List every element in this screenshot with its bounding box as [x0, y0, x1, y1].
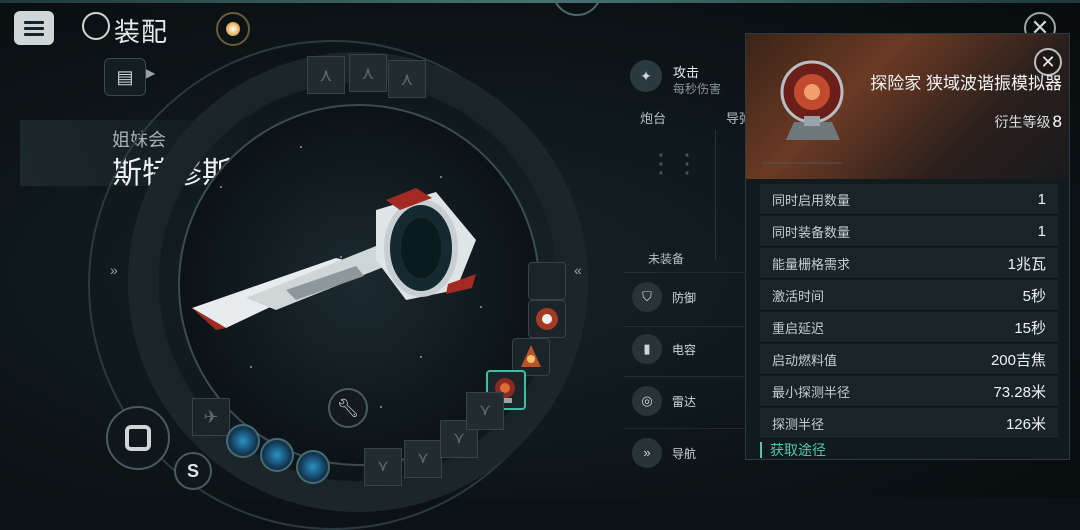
divider — [624, 272, 754, 273]
ship-view-toggle-button[interactable] — [106, 406, 170, 470]
attack-dps-label: 每秒伤害 — [673, 82, 722, 96]
page-title: 装配 — [114, 17, 169, 47]
turret-empty-icon: ⋮⋮ — [648, 148, 700, 178]
stat-value: 15秒 — [1014, 319, 1046, 337]
module-level-value: 8 — [1052, 112, 1062, 131]
navigation-icon: » — [632, 438, 662, 468]
capacitor-icon: ▮ — [632, 334, 662, 364]
attribute-label: 雷达 — [672, 395, 697, 409]
slot-icon: ⋎ — [479, 402, 491, 419]
turret-slot-icon: ⋏ — [361, 63, 375, 83]
attribute-label: 导航 — [672, 447, 697, 461]
attribute-label: 防御 — [672, 291, 697, 305]
stat-value: 1 — [1037, 222, 1046, 240]
fitting-icon — [82, 12, 110, 40]
star — [420, 356, 422, 358]
stat-label: 探测半径 — [772, 416, 825, 432]
stat-label: 同时启用数量 — [772, 192, 851, 208]
module-info-panel: ✕ 探险家 狭域波谐振模拟器 衍生等级 8 同时启用数量 1 同时装备数量 1 能量栅… — [745, 33, 1070, 460]
stat-row: 重启延迟 15秒 — [760, 312, 1058, 343]
high-slot-3[interactable]: ⋏ — [388, 60, 426, 98]
stat-row: 能量栅格需求 1兆瓦 — [760, 248, 1058, 279]
low-slot-4[interactable]: ⋎ — [466, 392, 504, 430]
low-slot-2[interactable]: ⋎ — [404, 440, 442, 478]
module-level-label: 衍生等级 — [994, 114, 1051, 130]
menu-icon — [24, 21, 44, 36]
drone-bay-slot[interactable]: ✈ — [192, 398, 230, 436]
high-slot-2[interactable]: ⋏ — [349, 54, 387, 92]
slot-icon: ⋎ — [377, 458, 389, 475]
stat-row: 探测半径 126米 — [760, 408, 1058, 439]
star — [380, 406, 382, 408]
divider — [624, 326, 754, 327]
stat-label: 启动燃料值 — [772, 352, 838, 368]
wave-simulator-module-image — [780, 60, 844, 140]
stat-row: 同时启用数量 1 — [760, 184, 1058, 215]
turret-slot-icon: ⋏ — [319, 65, 333, 85]
stat-value: 200吉焦 — [990, 351, 1046, 369]
clipboard-icon: ▤ — [116, 66, 134, 87]
wrench-icon: 🔧︎ — [336, 398, 360, 418]
star — [440, 176, 442, 178]
stat-row: 最小探测半径 73.28米 — [760, 376, 1058, 407]
module-level: 衍生等级 8 — [906, 112, 1062, 132]
acquire-link[interactable]: 获取途径 — [760, 442, 826, 458]
attribute-label: 电容 — [672, 343, 697, 357]
stat-label: 最小探测半径 — [772, 384, 851, 400]
stat-label: 能量栅格需求 — [772, 256, 851, 272]
stat-row: 同时装备数量 1 — [760, 216, 1058, 247]
radar-icon: ◎ — [632, 386, 662, 416]
low-slot-1[interactable]: ⋎ — [364, 448, 402, 486]
frame-icon — [125, 425, 151, 451]
mid-slot-2[interactable] — [528, 300, 566, 338]
high-slot-1[interactable]: ⋏ — [307, 56, 345, 94]
swap-icon: S — [186, 461, 199, 481]
menu-button[interactable] — [14, 11, 54, 45]
top-accent-line — [0, 0, 1080, 3]
mid-slot-1[interactable] — [528, 262, 566, 300]
panel-close-button[interactable]: ✕ — [1034, 48, 1062, 76]
module-icon — [536, 308, 558, 330]
repair-wrench-button[interactable]: 🔧︎ — [328, 388, 368, 428]
drone-3[interactable] — [296, 450, 330, 484]
turret-label: 炮台 — [640, 111, 667, 126]
drone-2[interactable] — [260, 438, 294, 472]
star — [250, 366, 252, 368]
unequipped-label: 未装备 — [648, 252, 685, 266]
module-stats-list: 同时启用数量 1 同时装备数量 1 能量栅格需求 1兆瓦 激活时间 5秒 重启延迟 15秒… — [760, 184, 1058, 440]
loadout-orb-button[interactable] — [216, 12, 250, 46]
module-header: ✕ 探险家 狭域波谐振模拟器 衍生等级 8 — [746, 34, 1069, 179]
stat-row: 启动燃料值 200吉焦 — [760, 344, 1058, 375]
stat-value: 73.28米 — [993, 383, 1046, 401]
stat-value: 1兆瓦 — [1007, 255, 1046, 273]
turret-slot-icon: ⋏ — [400, 69, 414, 89]
stat-label: 同时装备数量 — [772, 224, 851, 240]
expand-arrow-icon: ▶ — [146, 66, 156, 80]
attack-icon: ✦ — [630, 60, 662, 92]
drone-1[interactable] — [226, 424, 260, 458]
stat-label: 激活时间 — [772, 288, 825, 304]
switch-ship-button[interactable]: S — [174, 452, 212, 490]
stat-row: 激活时间 5秒 — [760, 280, 1058, 311]
stat-value: 1 — [1037, 190, 1046, 208]
star — [300, 146, 302, 148]
stat-value: 126米 — [1005, 415, 1046, 433]
left-expand-arrow-icon[interactable]: » — [110, 262, 118, 278]
header-decoration — [762, 162, 842, 164]
orb-icon — [226, 22, 240, 36]
clipboard-settings-button[interactable]: ▤ — [104, 58, 146, 96]
slot-icon: ⋎ — [417, 450, 429, 467]
drone-ship-icon: ✈ — [203, 407, 219, 427]
stat-label: 重启延迟 — [772, 320, 825, 336]
shield-icon: ⛉ — [632, 282, 662, 312]
stat-value: 5秒 — [1022, 287, 1046, 305]
divider — [624, 428, 754, 429]
module-name: 探险家 狭域波谐振模拟器 — [870, 74, 1062, 93]
ship-model — [192, 188, 476, 330]
weapon-divider — [715, 130, 716, 260]
right-collapse-arrow-icon[interactable]: « — [574, 262, 582, 278]
attack-label: 攻击 — [673, 65, 700, 80]
slot-icon: ⋎ — [453, 430, 465, 447]
divider — [624, 376, 754, 377]
